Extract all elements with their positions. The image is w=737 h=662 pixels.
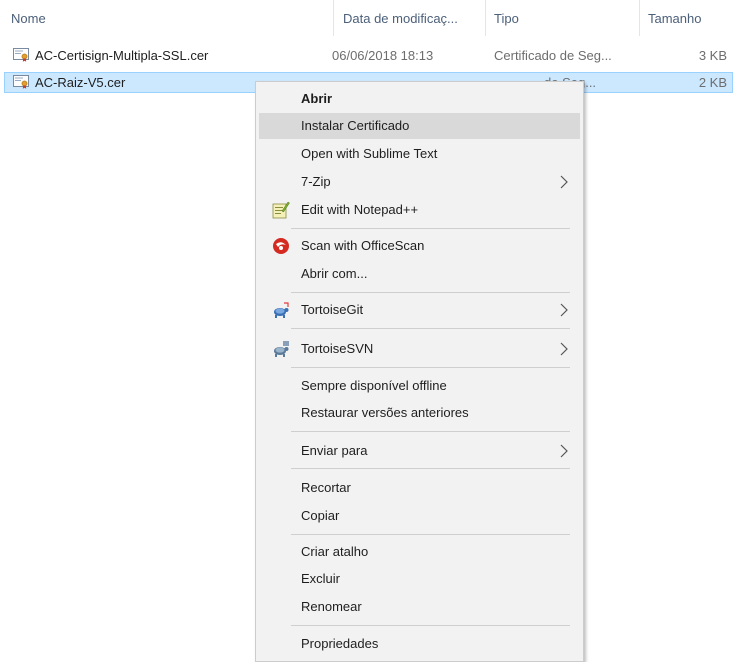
menu-item-label: Enviar para (301, 443, 368, 458)
menu-separator (291, 468, 570, 469)
menu-item-label: Edit with Notepad++ (301, 202, 419, 217)
menu-item-label: Abrir com... (301, 266, 368, 281)
column-header-date[interactable]: Data de modificaç... (343, 11, 458, 26)
menu-item-criar-atalho[interactable]: Criar atalho (259, 539, 580, 565)
menu-item-label: Open with Sublime Text (301, 146, 438, 161)
file-type: Certificado de Seg... (494, 48, 612, 63)
menu-item-label: Abrir (301, 91, 333, 106)
menu-item-excluir[interactable]: Excluir (259, 566, 580, 592)
menu-item-label: TortoiseGit (301, 302, 364, 317)
menu-item-tortoisesvn[interactable]: TortoiseSVN (259, 336, 580, 362)
menu-item-label: Excluir (301, 571, 341, 586)
menu-item-edit-with-notepadpp[interactable]: Edit with Notepad++ (259, 197, 580, 223)
menu-item-label: Copiar (301, 508, 340, 523)
file-row[interactable]: AC-Certisign-Multipla-SSL.cer 06/06/2018… (4, 45, 733, 66)
notepadplusplus-icon (272, 201, 290, 219)
chevron-right-icon (560, 175, 568, 189)
certificate-icon (13, 75, 29, 89)
menu-item-tortoisegit[interactable]: TortoiseGit (259, 297, 580, 323)
menu-item-label: Sempre disponível offline (301, 378, 447, 393)
context-menu: Abrir Instalar Certificado Open with Sub… (255, 81, 584, 662)
menu-item-label: Propriedades (301, 636, 379, 651)
menu-item-propriedades[interactable]: Propriedades (259, 631, 580, 657)
chevron-right-icon (560, 303, 568, 317)
menu-item-copiar[interactable]: Copiar (259, 503, 580, 529)
file-date: 06/06/2018 18:13 (332, 48, 434, 63)
file-name[interactable]: AC-Raiz-V5.cer (35, 75, 125, 90)
menu-item-7zip[interactable]: 7-Zip (259, 169, 580, 195)
column-header-type[interactable]: Tipo (494, 11, 519, 26)
menu-item-label: Instalar Certificado (301, 118, 410, 133)
menu-item-scan-with-officescan[interactable]: Scan with OfficeScan (259, 233, 580, 259)
menu-item-recortar[interactable]: Recortar (259, 475, 580, 501)
menu-separator (291, 625, 570, 626)
file-size: 2 KB (698, 75, 727, 90)
chevron-right-icon (560, 444, 568, 458)
file-size: 3 KB (698, 48, 727, 63)
menu-separator (291, 534, 570, 535)
menu-item-instalar-certificado[interactable]: Instalar Certificado (259, 113, 580, 139)
menu-item-label: Scan with OfficeScan (301, 238, 425, 253)
column-header-size[interactable]: Tamanho (648, 11, 701, 26)
menu-item-enviar-para[interactable]: Enviar para (259, 438, 580, 464)
menu-item-abrir-com[interactable]: Abrir com... (259, 261, 580, 287)
menu-item-abrir[interactable]: Abrir (259, 86, 580, 112)
menu-separator (291, 431, 570, 432)
certificate-icon (13, 48, 29, 62)
menu-item-label: Criar atalho (301, 544, 369, 559)
file-name[interactable]: AC-Certisign-Multipla-SSL.cer (35, 48, 208, 63)
menu-item-open-with-sublime[interactable]: Open with Sublime Text (259, 141, 580, 167)
menu-item-renomear[interactable]: Renomear (259, 594, 580, 620)
officescan-icon (273, 238, 289, 254)
menu-item-label: Restaurar versões anteriores (301, 405, 469, 420)
column-separator[interactable] (639, 0, 640, 36)
menu-separator (291, 292, 570, 293)
column-header-name[interactable]: Nome (11, 11, 46, 26)
tortoisesvn-icon (274, 341, 289, 357)
column-separator[interactable] (485, 0, 486, 36)
menu-item-label: 7-Zip (301, 174, 331, 189)
column-header-row: Nome Data de modificaç... Tipo Tamanho (0, 0, 737, 36)
menu-separator (291, 228, 570, 229)
menu-item-label: TortoiseSVN (301, 341, 374, 356)
menu-separator (291, 328, 570, 329)
column-separator[interactable] (333, 0, 334, 36)
menu-item-label: Renomear (301, 599, 362, 614)
menu-separator (291, 367, 570, 368)
menu-item-label: Recortar (301, 480, 351, 495)
menu-item-sempre-disponivel-offline[interactable]: Sempre disponível offline (259, 373, 580, 399)
file-explorer: Nome Data de modificaç... Tipo Tamanho A… (0, 0, 737, 662)
tortoisegit-icon (274, 302, 289, 318)
menu-item-restaurar-versoes[interactable]: Restaurar versões anteriores (259, 400, 580, 426)
chevron-right-icon (560, 342, 568, 356)
